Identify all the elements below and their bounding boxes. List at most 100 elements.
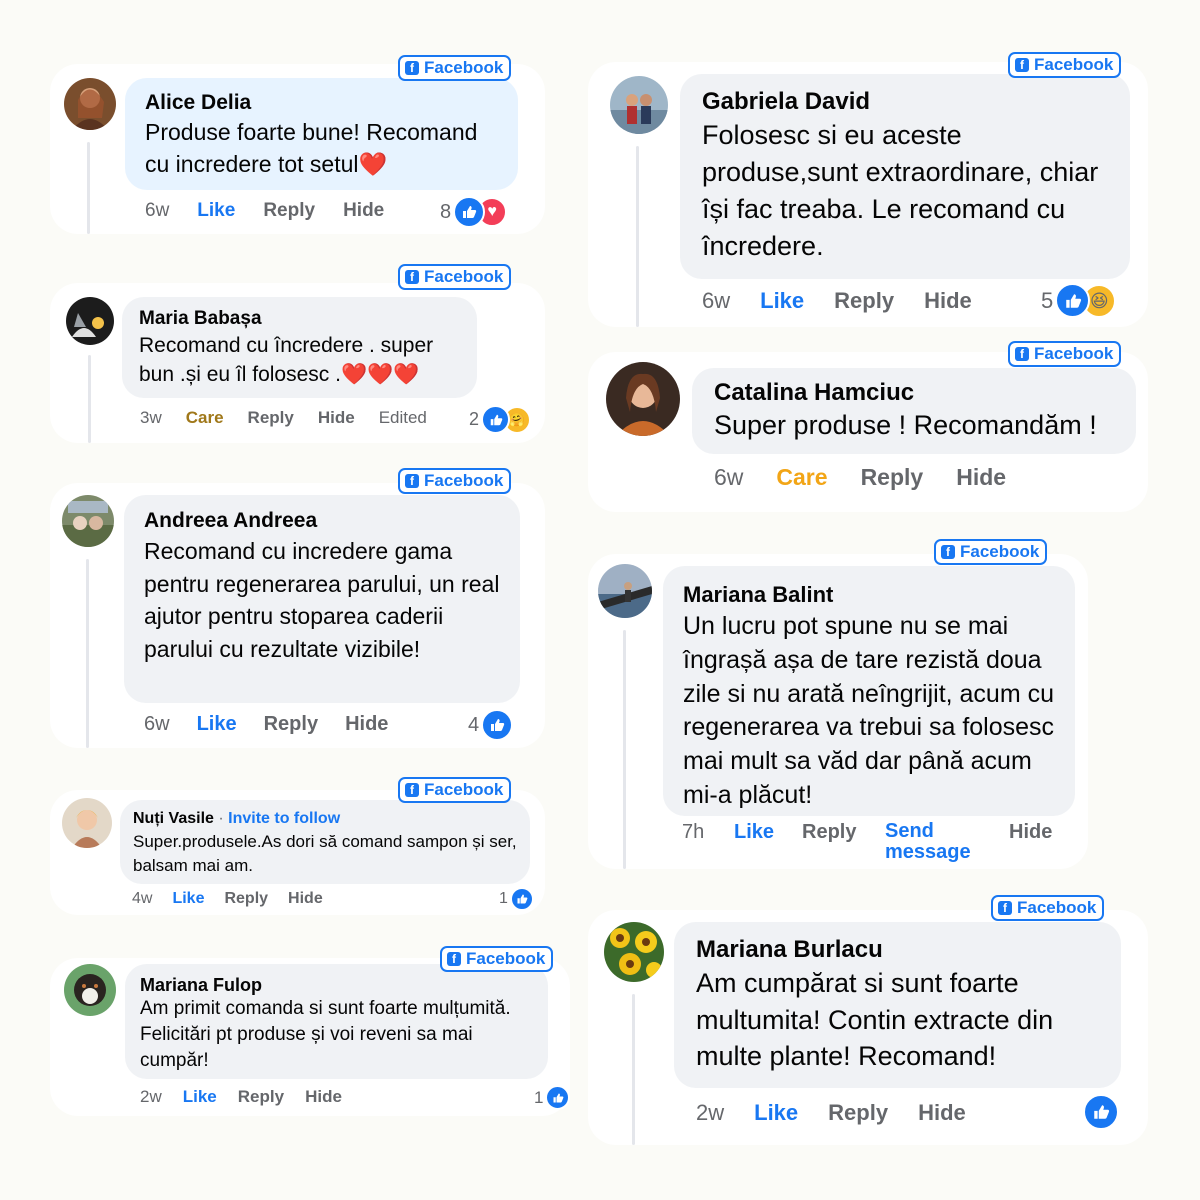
comment-timestamp[interactable]: 6w bbox=[145, 200, 169, 222]
comment-text: Produse foarte bune! Recomand cu increde… bbox=[145, 119, 478, 177]
hide-button[interactable]: Hide bbox=[305, 1087, 342, 1107]
avatar[interactable] bbox=[604, 922, 664, 982]
commenter-name[interactable]: Gabriela David bbox=[702, 87, 1108, 117]
hide-button[interactable]: Hide bbox=[288, 890, 323, 908]
comment-timestamp[interactable]: 2w bbox=[140, 1087, 162, 1107]
comment-bubble: Catalina Hamciuc Super produse ! Recoman… bbox=[692, 368, 1136, 454]
avatar[interactable] bbox=[66, 297, 114, 345]
like-button[interactable]: Like bbox=[754, 1100, 798, 1126]
commenter-name-row: Nuți Vasile · Invite to follow bbox=[133, 808, 517, 830]
facebook-badge-label: Facebook bbox=[424, 58, 504, 77]
comment-card: Mariana Fulop Am primit comanda si sunt … bbox=[50, 958, 571, 1116]
comment-text: Am cumpărat si sunt foarte multumita! Co… bbox=[696, 968, 1054, 1071]
comment-timestamp[interactable]: 7h bbox=[682, 821, 734, 844]
comment-card: Andreea Andreea Recomand cu incredere ga… bbox=[50, 483, 545, 748]
send-message-button[interactable]: Send message bbox=[885, 821, 1009, 863]
comment-bubble: Mariana Balint Un lucru pot spune nu se … bbox=[663, 566, 1075, 816]
reply-button[interactable]: Reply bbox=[263, 200, 315, 222]
reaction-summary[interactable]: 5 😆 bbox=[1041, 283, 1117, 318]
reply-button[interactable]: Reply bbox=[802, 821, 885, 844]
facebook-badge: f Facebook bbox=[398, 264, 512, 290]
facebook-badge-label: Facebook bbox=[424, 780, 504, 799]
reply-button[interactable]: Reply bbox=[224, 890, 268, 908]
reaction-count: 8 bbox=[440, 200, 452, 223]
comment-timestamp[interactable]: 6w bbox=[714, 464, 743, 491]
reaction-count: 4 bbox=[468, 713, 480, 736]
hide-button[interactable]: Hide bbox=[918, 1100, 966, 1126]
facebook-logo-icon: f bbox=[941, 545, 955, 559]
facebook-badge-label: Facebook bbox=[1034, 344, 1114, 363]
avatar[interactable] bbox=[62, 798, 112, 848]
comment-timestamp[interactable]: 6w bbox=[144, 713, 170, 736]
avatar[interactable] bbox=[598, 564, 652, 618]
facebook-badge: f Facebook bbox=[398, 468, 512, 494]
like-icon bbox=[1083, 1094, 1119, 1130]
like-button[interactable]: Like bbox=[172, 890, 204, 908]
avatar[interactable] bbox=[606, 362, 680, 436]
reply-button[interactable]: Reply bbox=[248, 408, 294, 428]
avatar[interactable] bbox=[610, 76, 668, 134]
comment-bubble: Nuți Vasile · Invite to follow Super.pro… bbox=[120, 800, 530, 884]
comment-text: Am primit comanda si sunt foarte mulțumi… bbox=[140, 998, 511, 1071]
comment-timestamp[interactable]: 2w bbox=[696, 1100, 724, 1126]
comment-actions: 6w Care Reply Hide bbox=[714, 464, 1006, 491]
reply-button[interactable]: Reply bbox=[264, 713, 318, 736]
like-icon bbox=[545, 1085, 571, 1110]
commenter-name[interactable]: Mariana Burlacu bbox=[696, 935, 1099, 965]
reaction-summary[interactable] bbox=[1083, 1094, 1119, 1130]
commenter-name[interactable]: Nuți Vasile bbox=[133, 810, 214, 827]
reply-button[interactable]: Reply bbox=[238, 1087, 284, 1107]
like-button[interactable]: Like bbox=[183, 1087, 217, 1107]
invite-to-follow-link[interactable]: Invite to follow bbox=[228, 810, 340, 827]
separator-dot: · bbox=[213, 810, 229, 827]
thread-line bbox=[632, 994, 635, 1145]
like-icon bbox=[481, 709, 514, 741]
thread-line bbox=[86, 559, 89, 748]
facebook-logo-icon: f bbox=[1015, 347, 1029, 361]
comment-text: Recomand cu incredere gama pentru regene… bbox=[144, 538, 500, 662]
care-button[interactable]: Care bbox=[186, 408, 224, 428]
hide-button[interactable]: Hide bbox=[343, 200, 384, 222]
comment-text: Folosesc si eu aceste produse,sunt extra… bbox=[702, 120, 1099, 261]
facebook-badge: f Facebook bbox=[398, 55, 512, 81]
commenter-name[interactable]: Catalina Hamciuc bbox=[714, 378, 1114, 408]
commenter-name[interactable]: Alice Delia bbox=[145, 90, 498, 116]
reaction-summary[interactable]: 2 🤗 bbox=[469, 405, 532, 434]
facebook-badge: f Facebook bbox=[991, 895, 1105, 921]
reaction-summary[interactable]: 8 ♥ bbox=[440, 196, 508, 228]
avatar[interactable] bbox=[62, 495, 114, 547]
care-button[interactable]: Care bbox=[776, 464, 827, 491]
hide-button[interactable]: Hide bbox=[345, 713, 388, 736]
facebook-badge: f Facebook bbox=[440, 946, 554, 972]
hide-button[interactable]: Hide bbox=[956, 464, 1006, 491]
reply-button[interactable]: Reply bbox=[834, 288, 894, 314]
hide-button[interactable]: Hide bbox=[318, 408, 355, 428]
comment-text: Super.produsele.As dori să comand sampon… bbox=[133, 832, 517, 875]
like-button[interactable]: Like bbox=[197, 713, 237, 736]
facebook-badge-label: Facebook bbox=[466, 949, 546, 968]
reaction-summary[interactable]: 1 bbox=[499, 887, 534, 911]
like-button[interactable]: Like bbox=[760, 288, 804, 314]
like-button[interactable]: Like bbox=[734, 821, 802, 844]
comment-timestamp[interactable]: 6w bbox=[702, 288, 730, 314]
facebook-badge: f Facebook bbox=[1008, 341, 1122, 367]
reply-button[interactable]: Reply bbox=[861, 464, 924, 491]
avatar[interactable] bbox=[64, 78, 116, 130]
reply-button[interactable]: Reply bbox=[828, 1100, 888, 1126]
facebook-badge-label: Facebook bbox=[960, 542, 1040, 561]
commenter-name[interactable]: Mariana Fulop bbox=[140, 974, 533, 996]
hide-button[interactable]: Hide bbox=[924, 288, 972, 314]
avatar[interactable] bbox=[64, 964, 116, 1016]
commenter-name[interactable]: Maria Babașa bbox=[139, 307, 460, 331]
comment-actions: 2w Like Reply Hide bbox=[140, 1087, 342, 1107]
commenter-name[interactable]: Andreea Andreea bbox=[144, 507, 500, 535]
hide-button[interactable]: Hide bbox=[1009, 821, 1052, 844]
reaction-summary[interactable]: 1 bbox=[534, 1085, 571, 1110]
comment-timestamp[interactable]: 4w bbox=[132, 890, 152, 908]
like-button[interactable]: Like bbox=[197, 200, 235, 222]
comment-card: Gabriela David Folosesc si eu aceste pro… bbox=[588, 62, 1148, 327]
reaction-summary[interactable]: 4 bbox=[468, 709, 514, 741]
thread-line bbox=[636, 146, 639, 327]
commenter-name[interactable]: Mariana Balint bbox=[683, 580, 1055, 610]
comment-timestamp[interactable]: 3w bbox=[140, 408, 162, 428]
